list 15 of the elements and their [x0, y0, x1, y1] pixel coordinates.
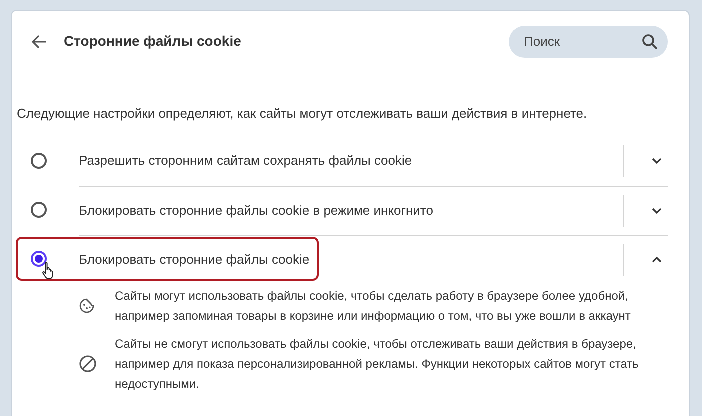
page-title: Сторонние файлы cookie: [64, 32, 242, 51]
option-label[interactable]: Блокировать сторонние файлы cookie в режиме инкогнито: [79, 200, 434, 220]
back-button[interactable]: [30, 32, 48, 50]
radio-button[interactable]: [31, 202, 47, 218]
detail-text: Сайты не смогут использовать файлы cookie, чтобы отслеживать ваши действия в браузере, например для показа персонализированной рекламы. Функции некоторых сайтов могут стать недоступными.: [115, 336, 640, 392]
hand-cursor-icon: [42, 260, 56, 280]
search-field[interactable]: Поиск: [509, 26, 668, 58]
option-label[interactable]: Разрешить сторонним сайтам сохранять файлы cookie: [79, 151, 412, 171]
cookie-icon: [79, 298, 95, 314]
search-icon: [642, 34, 658, 50]
radio-button[interactable]: [31, 153, 47, 169]
option-label[interactable]: Блокировать сторонние файлы cookie: [79, 250, 310, 270]
block-icon: [79, 354, 97, 372]
detail-text: Сайты могут использовать файлы cookie, чтобы сделать работу в браузере более удобной, например запоминая товары в корзине или информацию о том, что вы уже вошли в аккаунт: [115, 288, 632, 324]
description-text: Следующие настройки определяют, как сайты могут отслеживать ваши действия в интернете.: [17, 105, 588, 123]
